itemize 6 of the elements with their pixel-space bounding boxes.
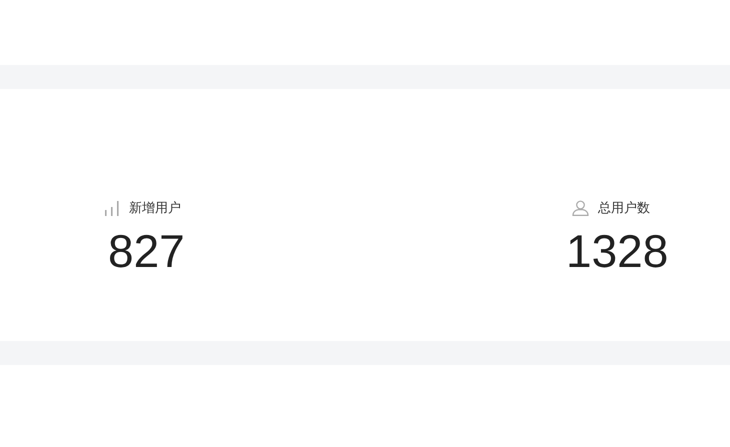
bar-chart-icon xyxy=(104,200,120,216)
stat-label: 新增用户 xyxy=(129,199,181,217)
stat-value: 1328 xyxy=(566,226,670,277)
user-icon xyxy=(572,200,589,216)
stat-value: 827 xyxy=(108,226,186,277)
stat-label: 总用户数 xyxy=(598,199,650,217)
